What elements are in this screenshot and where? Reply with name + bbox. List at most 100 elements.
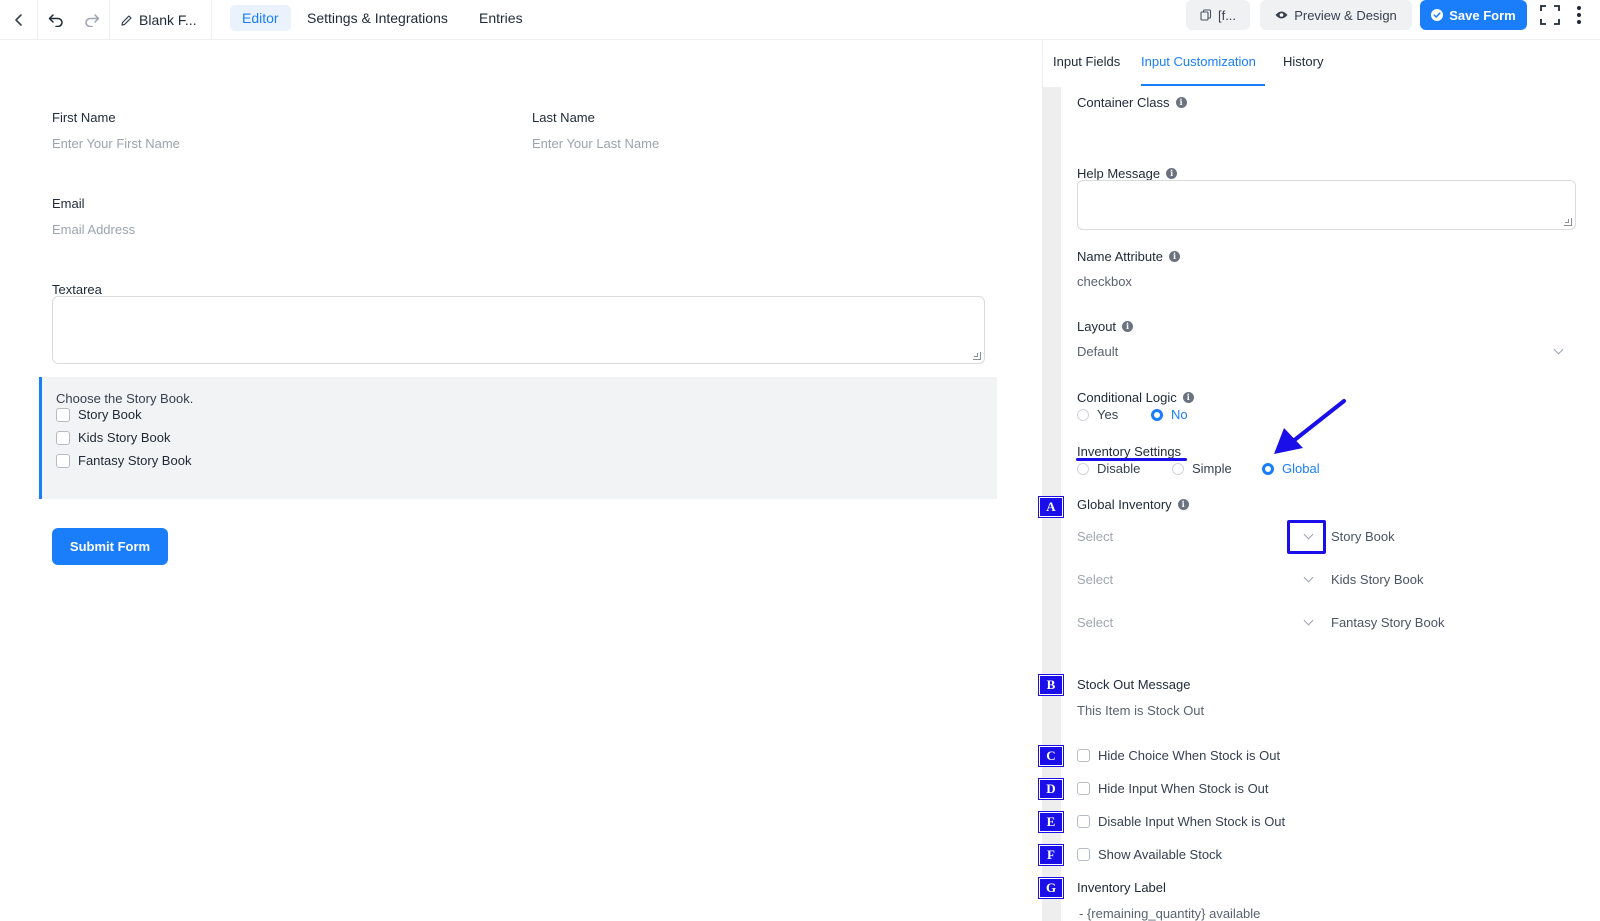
checkbox-label: Hide Choice When Stock is Out — [1098, 748, 1281, 763]
save-form-button[interactable]: Save Form — [1420, 0, 1527, 30]
select-placeholder: Select — [1077, 615, 1114, 630]
global-inventory-select[interactable]: Select — [1077, 568, 1314, 592]
inventory-global-option[interactable]: Global — [1262, 461, 1320, 476]
chevron-down-icon — [1303, 572, 1314, 583]
check-circle-icon — [1431, 9, 1444, 21]
inventory-disable-option[interactable]: Disable — [1077, 461, 1140, 476]
checkbox-option[interactable]: Story Book — [56, 407, 142, 422]
resize-handle-icon[interactable] — [1564, 218, 1572, 226]
container-class-text: Container Class — [1077, 95, 1170, 110]
fullscreen-button[interactable] — [1536, 0, 1564, 30]
tab-entries[interactable]: Entries — [467, 5, 535, 31]
conditional-logic-no[interactable]: No — [1151, 407, 1188, 422]
email-label: Email — [52, 196, 85, 211]
first-name-label: First Name — [52, 110, 116, 125]
layout-label: Layout i — [1077, 319, 1134, 334]
name-attribute-input[interactable]: checkbox — [1077, 274, 1132, 289]
radio-label: Simple — [1192, 461, 1232, 476]
disable-input-option[interactable]: Disable Input When Stock is Out — [1077, 814, 1285, 829]
annotation-marker-f: F — [1039, 845, 1063, 865]
undo-button[interactable] — [38, 0, 74, 40]
annotation-highlight-box — [1287, 520, 1326, 554]
checkbox-option-label: Fantasy Story Book — [78, 453, 192, 468]
annotation-marker-e: E — [1039, 812, 1063, 832]
redo-button[interactable] — [74, 0, 110, 40]
radio-button[interactable] — [1077, 462, 1089, 475]
help-message-input[interactable] — [1077, 180, 1576, 230]
chevron-down-icon — [1303, 615, 1314, 626]
checkbox[interactable] — [1077, 749, 1090, 762]
checkbox[interactable] — [56, 430, 70, 445]
hide-input-option[interactable]: Hide Input When Stock is Out — [1077, 781, 1269, 796]
radio-button-selected[interactable] — [1151, 408, 1163, 421]
inventory-simple-option[interactable]: Simple — [1172, 461, 1232, 476]
checkbox[interactable] — [56, 407, 70, 422]
checkbox-field-block[interactable]: Choose the Story Book. Story Book Kids S… — [39, 377, 997, 499]
tab-input-fields[interactable]: Input Fields — [1053, 54, 1120, 69]
inventory-label-input[interactable]: - {remaining_quantity} available — [1079, 906, 1260, 921]
panel-tabs: Input Fields Input Customization History — [1043, 40, 1600, 87]
conditional-logic-label: Conditional Logic i — [1077, 390, 1194, 405]
checkbox[interactable] — [1077, 815, 1090, 828]
radio-label: Yes — [1097, 407, 1119, 422]
annotation-marker-c: C — [1039, 746, 1063, 766]
tab-editor[interactable]: Editor — [230, 5, 291, 31]
inventory-settings-label: Inventory Settings — [1077, 444, 1181, 459]
email-input[interactable]: Email Address — [52, 222, 135, 237]
radio-button[interactable] — [1172, 462, 1184, 475]
info-icon[interactable]: i — [1169, 251, 1180, 262]
back-button[interactable] — [0, 0, 38, 40]
inventory-label-label: Inventory Label — [1077, 880, 1166, 895]
preview-design-button[interactable]: Preview & Design — [1260, 0, 1412, 30]
save-form-label: Save Form — [1449, 7, 1516, 23]
container-class-label: Container Class i — [1077, 95, 1187, 110]
info-icon[interactable]: i — [1182, 392, 1194, 403]
checkbox[interactable] — [1077, 782, 1090, 795]
help-message-text: Help Message — [1077, 166, 1161, 181]
eye-icon — [1275, 11, 1288, 19]
checkbox-option[interactable]: Fantasy Story Book — [56, 453, 191, 468]
shortcode-label: [f... — [1217, 7, 1237, 23]
info-icon[interactable]: i — [1166, 168, 1178, 179]
global-inventory-select[interactable]: Select — [1077, 525, 1314, 549]
hide-choice-option[interactable]: Hide Choice When Stock is Out — [1077, 748, 1280, 763]
tab-settings-integrations[interactable]: Settings & Integrations — [295, 5, 460, 31]
first-name-input[interactable]: Enter Your First Name — [52, 136, 180, 151]
checkbox-option[interactable]: Kids Story Book — [56, 430, 171, 445]
checkbox[interactable] — [56, 453, 70, 468]
stock-out-message-label: Stock Out Message — [1077, 677, 1190, 692]
info-icon[interactable]: i — [1122, 321, 1134, 332]
shortcode-button[interactable]: [f... — [1186, 0, 1250, 30]
stock-out-message-input[interactable]: This Item is Stock Out — [1077, 703, 1204, 718]
preview-design-label: Preview & Design — [1294, 7, 1397, 23]
more-vertical-icon — [1577, 6, 1581, 24]
layout-text: Layout — [1077, 319, 1117, 334]
global-inventory-select[interactable]: Select — [1077, 611, 1314, 635]
stock-out-message-text: Stock Out Message — [1077, 677, 1191, 692]
annotation-arrow-icon — [1274, 399, 1346, 454]
textarea-input[interactable] — [52, 296, 985, 364]
checkbox-option-label: Kids Story Book — [78, 430, 171, 445]
info-icon[interactable]: i — [1177, 499, 1189, 510]
conditional-logic-yes[interactable]: Yes — [1077, 407, 1118, 422]
submit-form-button[interactable]: Submit Form — [52, 528, 168, 565]
show-available-stock-option[interactable]: Show Available Stock — [1077, 847, 1222, 862]
last-name-input[interactable]: Enter Your Last Name — [532, 136, 659, 151]
radio-button-selected[interactable] — [1262, 462, 1274, 475]
tab-history[interactable]: History — [1283, 54, 1323, 69]
fullscreen-icon — [1540, 5, 1560, 25]
tab-input-customization[interactable]: Input Customization — [1141, 54, 1256, 69]
container-class-input[interactable] — [1077, 114, 1576, 146]
copy-icon — [1200, 9, 1212, 21]
radio-button[interactable] — [1077, 408, 1089, 421]
checkbox-group-label: Choose the Story Book. — [56, 391, 194, 406]
resize-handle-icon[interactable] — [973, 352, 981, 360]
checkbox[interactable] — [1077, 848, 1090, 861]
inventory-item-label: Fantasy Story Book — [1331, 615, 1445, 630]
annotation-marker-g: G — [1039, 878, 1063, 898]
info-icon[interactable]: i — [1175, 97, 1187, 108]
form-title[interactable]: Blank F... — [110, 0, 212, 40]
more-menu-button[interactable] — [1566, 0, 1592, 30]
layout-select[interactable]: Default — [1077, 340, 1569, 364]
top-bar: Blank F... Editor Settings & Integration… — [0, 0, 1600, 40]
